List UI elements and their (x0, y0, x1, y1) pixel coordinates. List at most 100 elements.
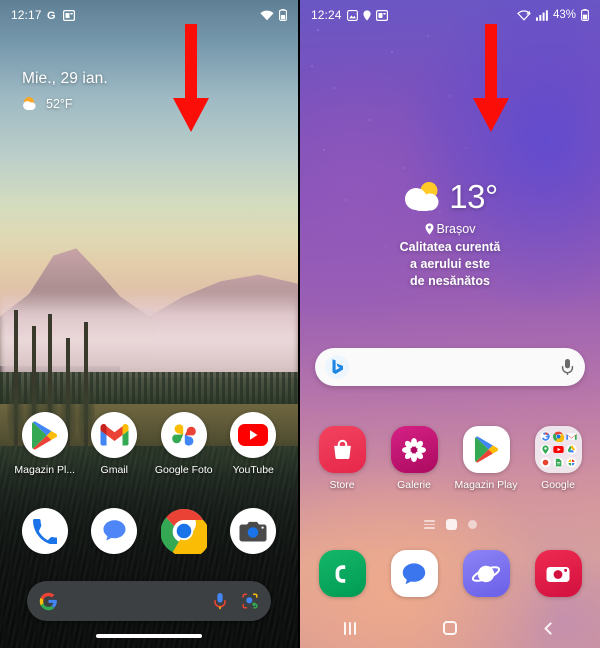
play-store-icon (21, 412, 68, 458)
app-label: Magazin Pl... (14, 464, 76, 476)
home-indicator[interactable] (445, 519, 457, 530)
app-galaxy-store[interactable]: Store (310, 426, 374, 491)
samsung-weather-widget[interactable]: 13° Brașov Calitatea curentă a aerului e… (300, 178, 600, 289)
status-bar-left: 12:17 G (0, 0, 298, 30)
dock-camera[interactable]: Camera (526, 550, 590, 615)
folder-app-docs (552, 457, 564, 468)
page-indicators (300, 519, 600, 530)
location-pin-icon (425, 223, 434, 235)
dot-indicator[interactable] (467, 520, 477, 529)
gmail-icon (91, 412, 138, 458)
bing-icon (325, 355, 349, 379)
app-google-folder[interactable]: Google (526, 426, 590, 491)
dock-camera[interactable]: Camera (222, 508, 284, 572)
dock-messages[interactable]: Messages (83, 508, 145, 572)
phone-icon (318, 550, 366, 597)
dock-phone[interactable]: Phone (14, 508, 76, 572)
screenshot-icon (375, 9, 388, 21)
messages-icon (91, 508, 138, 554)
glance-weather: 52°F (22, 96, 108, 112)
dock-right: Phone Messages (300, 550, 600, 615)
folder-app-photos (565, 457, 577, 468)
air-quality-line-3: de nesănătos (410, 273, 490, 288)
app-label: Magazin Play (454, 479, 518, 491)
signal-icon (535, 9, 548, 21)
navigation-bar (300, 608, 600, 648)
red-down-arrow-right (473, 24, 509, 132)
phone-right-samsung-home-screen: 12:24 43% 13° Brașov Calitatea curentă a… (300, 0, 600, 648)
app-play-store[interactable]: Magazin Play (454, 426, 518, 491)
air-quality-line-2: a aerului este (410, 256, 490, 271)
google-folder-icon (534, 426, 582, 473)
location-icon (362, 9, 371, 21)
sun-behind-cloud-icon (405, 182, 439, 211)
red-down-arrow-left (173, 24, 209, 132)
app-gmail[interactable]: Gmail (83, 412, 145, 476)
home-gesture-pill[interactable] (96, 634, 202, 638)
samsung-internet-icon (462, 550, 510, 597)
google-search-bar[interactable] (27, 581, 271, 621)
google-photos-icon (160, 412, 207, 458)
folder-app-maps (539, 444, 551, 455)
dock-phone[interactable]: Phone (310, 550, 374, 615)
camera-icon (230, 508, 277, 554)
status-time: 12:17 (11, 8, 42, 22)
weather-location: Brașov (425, 222, 476, 236)
app-youtube[interactable]: YouTube (222, 412, 284, 476)
weather-temperature: 13° (449, 178, 498, 215)
gallery-flower-icon (390, 426, 438, 473)
status-time: 12:24 (311, 8, 342, 22)
app-row-right: Store Galerie Magazin Play Google (300, 426, 600, 491)
app-gallery[interactable]: Galerie (382, 426, 446, 491)
google-assistant-icon: G (47, 9, 58, 22)
app-google-photos[interactable]: Google Foto (153, 412, 215, 476)
microphone-icon[interactable] (212, 592, 228, 610)
folder-app-google (539, 431, 551, 442)
galaxy-store-icon (318, 426, 366, 473)
app-label: Gmail (100, 464, 128, 476)
wifi-icon (260, 10, 274, 21)
wifi-icon (517, 9, 531, 21)
app-play-store[interactable]: Magazin Pl... (14, 412, 76, 476)
air-quality-text: Calitatea curentă a aerului este de nesă… (400, 239, 501, 289)
status-bar-right: 12:24 43% (300, 0, 600, 30)
battery-icon (581, 9, 589, 21)
google-g-icon (39, 592, 58, 611)
folder-app-drive (565, 444, 577, 455)
recents-button[interactable] (327, 612, 373, 644)
dock-samsung-internet[interactable]: Internet (454, 550, 518, 615)
app-label: Google (541, 479, 575, 491)
app-label: YouTube (232, 464, 274, 476)
weather-temp-row: 13° (402, 178, 498, 216)
phone-left-pixel-home-screen: 12:17 G Mie., 29 ian. 52°F Magazin Pl...… (0, 0, 300, 648)
app-label: Google Foto (154, 464, 213, 476)
folder-app-photos-red (539, 457, 551, 468)
google-lens-icon[interactable] (241, 592, 259, 610)
glance-date: Mie., 29 ian. (22, 70, 108, 87)
weather-city: Brașov (436, 222, 476, 236)
app-label: Galerie (397, 479, 431, 491)
dock-left: Phone Messages (0, 508, 298, 572)
lines-indicator[interactable] (423, 520, 435, 529)
home-button[interactable] (427, 612, 473, 644)
battery-percent: 43% (552, 9, 576, 21)
play-store-icon (462, 426, 510, 473)
back-button[interactable] (527, 612, 573, 644)
sun-behind-cloud-icon (23, 97, 36, 110)
folder-app-gmail (565, 433, 577, 440)
microphone-icon[interactable] (560, 358, 575, 376)
app-label: Store (329, 479, 355, 491)
dock-chrome[interactable]: Chrome (153, 508, 215, 572)
glance-temperature: 52°F (46, 97, 73, 111)
youtube-icon (230, 412, 277, 458)
folder-app-youtube (552, 445, 564, 454)
dual-phone-screenshot-comparison: 12:17 G Mie., 29 ian. 52°F Magazin Pl...… (0, 0, 600, 648)
bing-search-bar[interactable] (315, 348, 585, 386)
chrome-icon (160, 508, 207, 554)
svg-text:G: G (47, 10, 56, 21)
battery-icon (279, 9, 287, 21)
dock-messages[interactable]: Messages (382, 550, 446, 615)
at-a-glance-widget[interactable]: Mie., 29 ian. 52°F (22, 70, 108, 112)
messages-icon (390, 550, 438, 597)
camera-icon (534, 550, 582, 597)
